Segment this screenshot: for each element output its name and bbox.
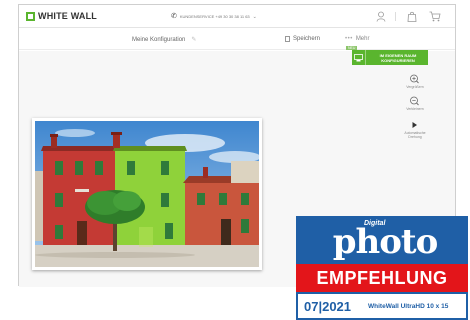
top-navigation-bar: WHITE WALL ✆ KUNDENSERVICE +49 30 30 38 …: [19, 5, 455, 28]
configure-in-room-label: IM EIGENEN RAUM KONFIGURIEREN: [379, 52, 417, 63]
auto-rotate-label: Automatische Drehung: [404, 131, 426, 139]
configuration-toolbar: Meine Konfiguration ✎ Speichern ••• Mehr: [19, 28, 455, 50]
chevron-down-icon: ⌄: [252, 13, 257, 20]
zoom-in-icon: [410, 74, 419, 84]
save-button-label: Speichern: [293, 36, 321, 42]
award-issue: 07|2021: [304, 298, 352, 314]
pencil-icon[interactable]: ✎: [191, 36, 196, 43]
zoom-out-icon: [410, 96, 419, 106]
configuration-title-text: Meine Konfiguration: [132, 36, 186, 43]
hotline-text: KUNDENSERVICE +49 30 30 38 11 63: [179, 14, 250, 19]
new-badge: NEU: [346, 46, 358, 50]
whitewall-logo[interactable]: WHITE WALL: [26, 11, 97, 21]
configure-in-room-button[interactable]: IM EIGENEN RAUM KONFIGURIEREN: [352, 50, 428, 65]
document-icon: [285, 36, 290, 42]
award-header: Digital photo: [296, 216, 468, 264]
auto-rotate-tool[interactable]: Automatische Drehung: [398, 120, 432, 139]
cart-icon[interactable]: [429, 11, 441, 22]
product-photo-preview[interactable]: [32, 118, 262, 270]
configuration-title: Meine Konfiguration ✎: [132, 36, 196, 44]
zoom-out-label: Verkleinern: [406, 107, 424, 111]
play-icon: [412, 122, 417, 128]
user-icon[interactable]: [376, 11, 386, 22]
award-photo-logo: photo: [332, 222, 439, 262]
award-product: WhiteWall UltraHD 10 x 15: [368, 302, 449, 310]
award-footer: 07|2021 WhiteWall UltraHD 10 x 15: [296, 292, 468, 320]
logo-text: WHITE WALL: [38, 11, 97, 21]
phone-icon: ✆: [171, 13, 177, 20]
award-badge: Digital photo EMPFEHLUNG 07|2021 WhiteWa…: [296, 216, 468, 320]
room-icon: [352, 50, 366, 65]
save-button[interactable]: Speichern: [285, 36, 320, 42]
more-button[interactable]: ••• Mehr: [345, 36, 369, 42]
zoom-in-tool[interactable]: Vergrößern: [398, 74, 432, 89]
award-recommendation-bar: EMPFEHLUNG: [296, 264, 468, 292]
more-button-label: Mehr: [355, 36, 370, 42]
award-recommendation-text: EMPFEHLUNG: [316, 267, 448, 288]
burano-houses-image: [35, 121, 259, 267]
zoom-out-tool[interactable]: Verkleinern: [398, 96, 432, 111]
zoom-in-label: Vergrößern: [406, 85, 424, 89]
bag-icon[interactable]: [407, 11, 417, 22]
header-divider: [395, 12, 396, 21]
logo-mark-icon: [26, 11, 35, 21]
customer-service-hotline[interactable]: ✆ KUNDENSERVICE +49 30 30 38 11 63 ⌄: [171, 13, 257, 20]
more-dots-icon: •••: [345, 36, 353, 42]
